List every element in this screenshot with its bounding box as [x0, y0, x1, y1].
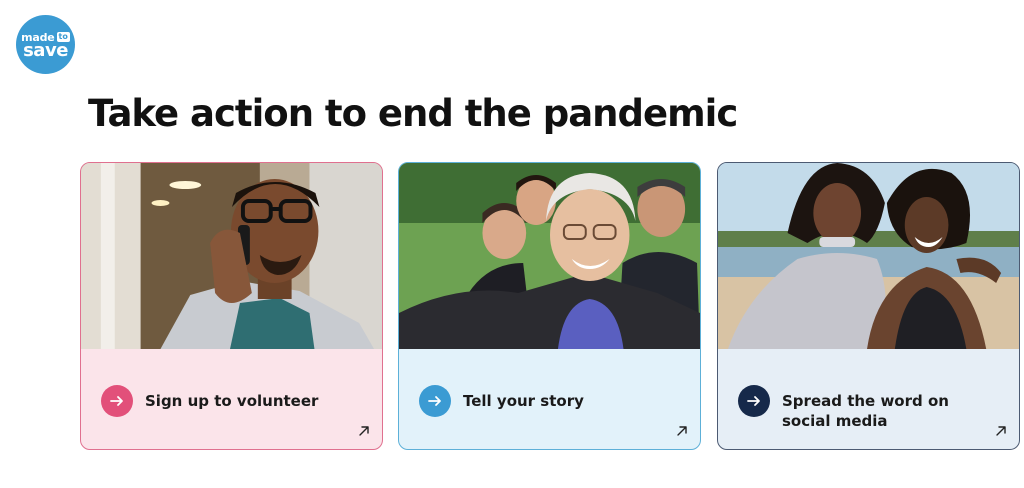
card-sign-up-to-volunteer[interactable]: Sign up to volunteer [80, 162, 383, 450]
arrow-right-icon[interactable] [738, 385, 770, 417]
card-cta[interactable]: Tell your story [419, 385, 669, 417]
card-label[interactable]: Spread the word on social media [782, 385, 988, 431]
arrow-up-right-icon [677, 426, 687, 436]
card-spread-the-word[interactable]: Spread the word on social media [717, 162, 1020, 450]
arrow-up-right-icon [996, 426, 1006, 436]
card-body: Tell your story [399, 349, 700, 449]
arrow-right-icon[interactable] [419, 385, 451, 417]
page-title: Take action to end the pandemic [88, 92, 738, 135]
card-tell-your-story[interactable]: Tell your story [398, 162, 701, 450]
arrow-up-right-icon [359, 426, 369, 436]
made-to-save-logo[interactable]: made to save [16, 15, 75, 74]
card-label[interactable]: Tell your story [463, 385, 584, 411]
logo-save-text: save [23, 39, 68, 61]
card-label[interactable]: Sign up to volunteer [145, 385, 318, 411]
card-body: Sign up to volunteer [81, 349, 382, 449]
photo-two-friends-beach [718, 163, 1019, 349]
card-cta[interactable]: Spread the word on social media [738, 385, 988, 431]
photo-group-selfie [399, 163, 700, 349]
arrow-right-icon[interactable] [101, 385, 133, 417]
photo-man-on-phone [81, 163, 382, 349]
card-body: Spread the word on social media [718, 349, 1019, 449]
card-cta[interactable]: Sign up to volunteer [101, 385, 351, 417]
